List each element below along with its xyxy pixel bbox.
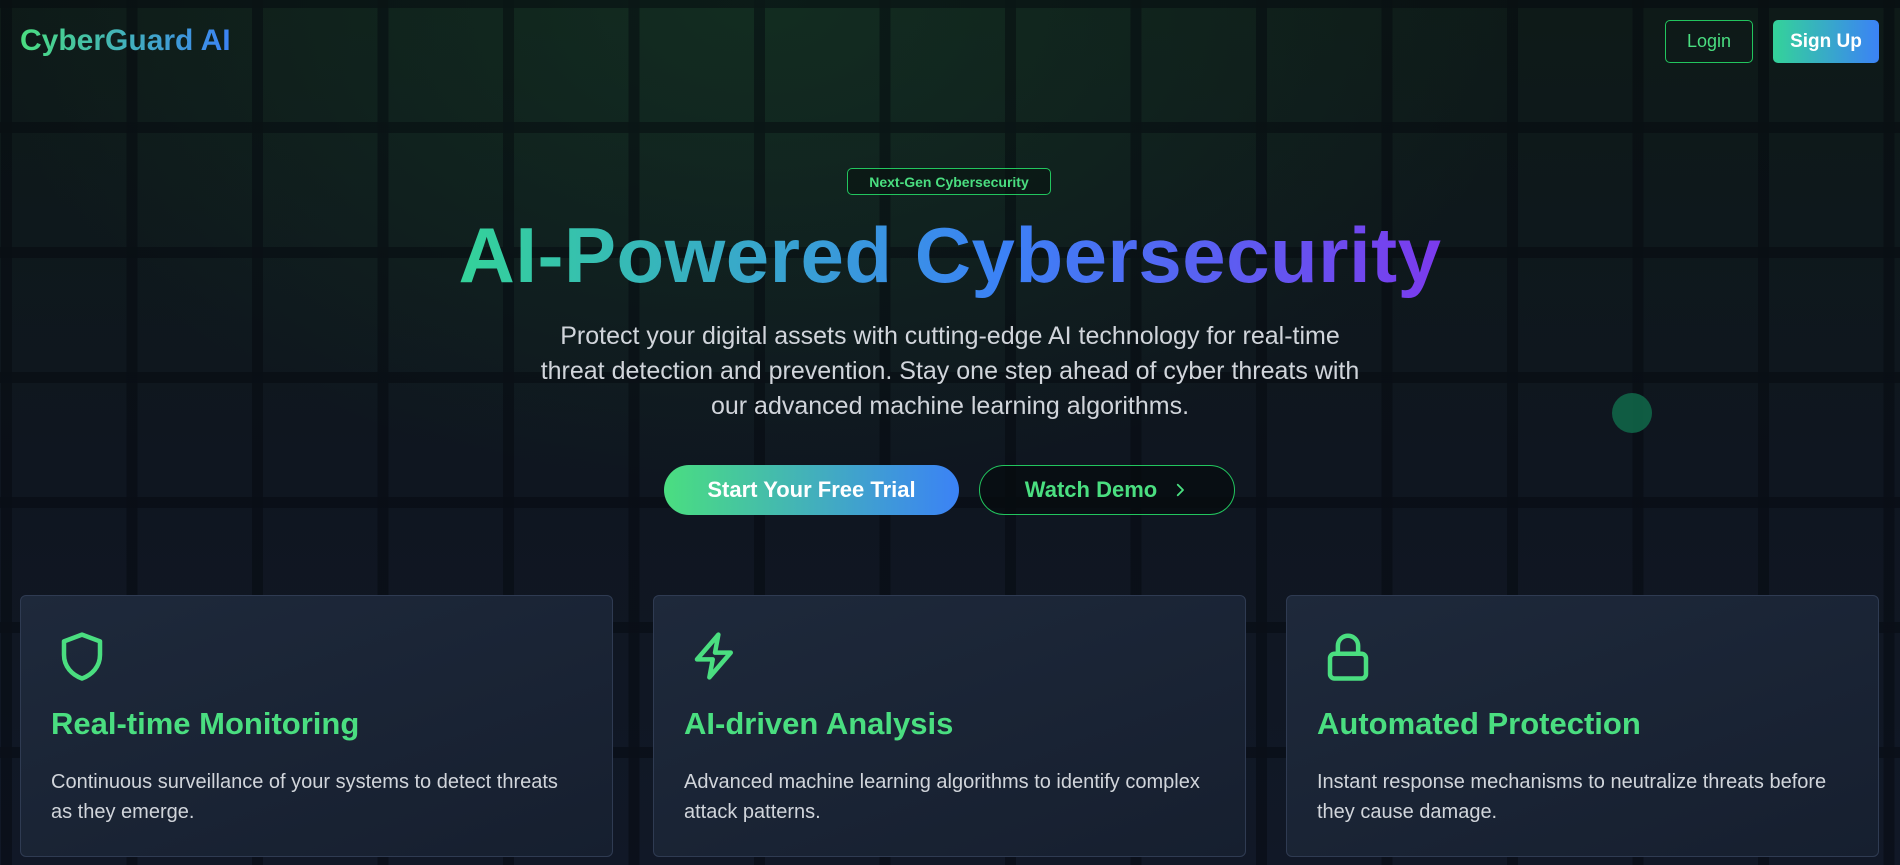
feature-title: Automated Protection (1317, 706, 1641, 741)
start-free-trial-button[interactable]: Start Your Free Trial (664, 465, 959, 515)
chevron-right-icon (1177, 483, 1185, 497)
lock-icon (1321, 626, 1375, 686)
brand-logo[interactable]: CyberGuard AI (20, 24, 231, 58)
feature-title: Real-time Monitoring (51, 706, 360, 741)
decorative-orb (1612, 393, 1652, 433)
feature-description: Continuous surveillance of your systems … (51, 771, 558, 823)
feature-description: Instant response mechanisms to neutraliz… (1317, 771, 1827, 823)
watch-demo-button[interactable]: Watch Demo (979, 465, 1235, 515)
hero-subtitle: Protect your digital assets with cutting… (540, 322, 1360, 420)
feature-title: AI-driven Analysis (684, 706, 954, 741)
feature-card-monitoring: Real-time Monitoring Continuous surveill… (20, 595, 613, 857)
lightning-icon (688, 626, 742, 686)
feature-card-analysis: AI-driven Analysis Advanced machine lear… (653, 595, 1246, 857)
top-nav: CyberGuard AI Login Sign Up (0, 0, 1900, 84)
landing-page: CyberGuard AI Login Sign Up Next-Gen Cyb… (0, 0, 1900, 865)
hero-title-text: AI-Powered Cybersecurity (458, 211, 1442, 299)
feature-description: Advanced machine learning algorithms to … (684, 771, 1200, 823)
hero-title: AI-Powered Cybersecurity (0, 208, 1900, 302)
hero-badge: Next-Gen Cybersecurity (847, 168, 1051, 195)
feature-card-protection: Automated Protection Instant response me… (1286, 595, 1879, 857)
login-button[interactable]: Login (1665, 20, 1753, 63)
signup-button[interactable]: Sign Up (1773, 20, 1879, 63)
watch-demo-label: Watch Demo (1024, 477, 1158, 502)
shield-icon (55, 626, 109, 686)
